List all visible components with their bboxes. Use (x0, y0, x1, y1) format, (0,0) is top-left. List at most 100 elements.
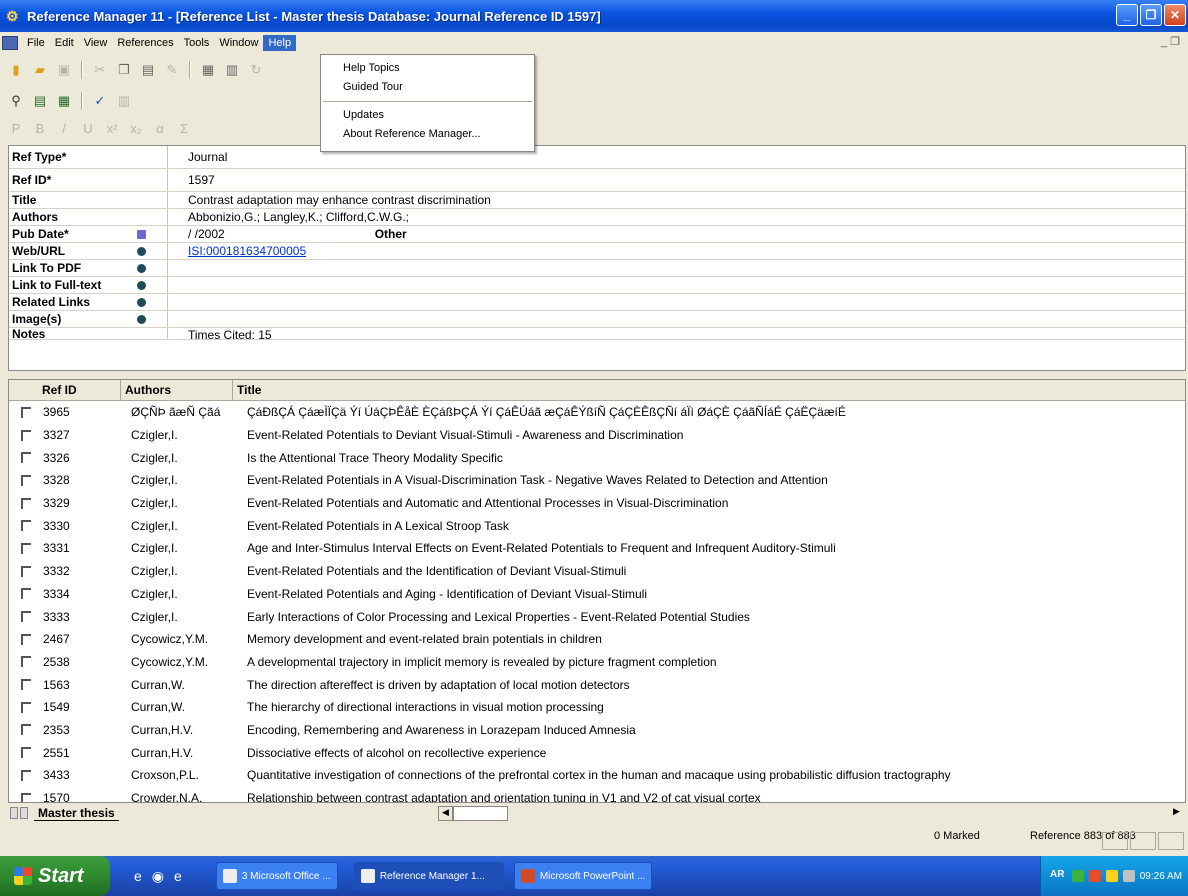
mark-checkbox[interactable] (21, 724, 31, 736)
list-item[interactable]: 2353 Curran,H.V. Encoding, Remembering and… (9, 719, 1185, 742)
menu-file[interactable]: File (22, 35, 50, 51)
task-microsoft-office[interactable]: 3 Microsoft Office ... (215, 862, 338, 890)
menu-help-topics[interactable]: Help Topics (321, 59, 534, 78)
list-item[interactable]: 3326 Czigler,I. Is the Attentional Trace T… (9, 446, 1185, 469)
close-icon[interactable]: ✕ (1164, 4, 1186, 26)
grid-view-icon[interactable]: ▦ (54, 91, 74, 111)
mdi-window-controls[interactable]: _ ❐ (1161, 35, 1180, 48)
column-header-title[interactable]: Title (233, 383, 261, 397)
title-bar[interactable]: ⚙ Reference Manager 11 - [Reference List… (0, 0, 1188, 32)
menu-edit[interactable]: Edit (50, 35, 79, 51)
menu-references[interactable]: References (112, 35, 178, 51)
field-authors[interactable]: Authors Abbonizio,G.; Langley,K.; Cliffo… (9, 209, 1185, 226)
url-link[interactable]: ISI:000181634700005 (188, 244, 306, 258)
field-pub-date[interactable]: Pub Date* / /2002 Other (9, 226, 1185, 243)
tab-master-thesis[interactable]: Master thesis (34, 806, 119, 821)
tray-app-icon[interactable] (1071, 870, 1084, 882)
cut-icon[interactable]: ✂ (90, 60, 110, 80)
mark-checkbox[interactable] (21, 747, 31, 759)
field-link-pdf[interactable]: Link To PDF (9, 260, 1185, 277)
field-ref-type[interactable]: Ref Type* Journal (9, 146, 1185, 169)
field-notes[interactable]: Notes Times Cited: 15 (9, 328, 1185, 340)
format-icon[interactable]: ✎ (162, 60, 182, 80)
menu-help[interactable]: Help (263, 35, 297, 51)
browser-icon[interactable]: e (174, 868, 182, 885)
firefox-icon[interactable]: ◉ (152, 868, 164, 885)
menu-updates[interactable]: Updates (321, 106, 534, 125)
field-value[interactable]: Times Cited: 15 (188, 328, 272, 339)
binoculars-icon[interactable]: ⚲ (6, 91, 26, 111)
mark-checkbox[interactable] (21, 565, 31, 577)
copy-icon[interactable]: ❐ (114, 60, 134, 80)
field-value[interactable]: 1597 (188, 173, 215, 187)
mark-checkbox[interactable] (21, 520, 31, 532)
mark-checkbox[interactable] (21, 542, 31, 554)
ie-icon[interactable]: e (134, 868, 142, 885)
mark-checkbox[interactable] (21, 588, 31, 600)
open-icon[interactable]: ▰ (30, 60, 50, 80)
list-item[interactable]: 3333 Czigler,I. Early Interactions of Colo… (9, 605, 1185, 628)
mark-checkbox[interactable] (21, 474, 31, 486)
list-view-icon[interactable]: ▤ (30, 91, 50, 111)
field-web-url[interactable]: Web/URL ISI:000181634700005 (9, 243, 1185, 260)
mark-checkbox[interactable] (21, 656, 31, 668)
clock[interactable]: 09:26 AM (1140, 871, 1182, 882)
field-link-fulltext[interactable]: Link to Full-text (9, 277, 1185, 294)
subscript-icon[interactable]: x₂ (126, 118, 146, 138)
save-icon[interactable]: ▣ (54, 60, 74, 80)
mark-checkbox[interactable] (21, 792, 31, 802)
restore-icon[interactable]: ❐ (1140, 4, 1162, 26)
task-powerpoint[interactable]: Microsoft PowerPoint ... (513, 862, 652, 890)
globe-icon[interactable] (137, 314, 146, 324)
tray-app-icon[interactable] (1122, 870, 1135, 882)
globe-icon[interactable] (137, 246, 146, 256)
list-item[interactable]: 3433 Croxson,P.L. Quantitative investigati… (9, 764, 1185, 787)
tray-app-icon[interactable] (1088, 870, 1101, 882)
menu-view[interactable]: View (79, 35, 113, 51)
globe-icon[interactable] (137, 297, 146, 307)
column-header-authors[interactable]: Authors (121, 380, 233, 400)
paste-icon[interactable]: ▤ (138, 60, 158, 80)
menu-tools[interactable]: Tools (179, 35, 215, 51)
field-related-links[interactable]: Related Links (9, 294, 1185, 311)
globe-icon[interactable] (137, 263, 146, 273)
plain-icon[interactable]: P (6, 118, 26, 138)
language-indicator[interactable]: AR (1050, 869, 1064, 880)
refresh-icon[interactable]: ↻ (246, 60, 266, 80)
list-item[interactable]: 3330 Czigler,I. Event-Related Potentials i… (9, 514, 1185, 537)
mark-checkbox[interactable] (21, 406, 31, 418)
scroll-left-icon[interactable]: ◀ (438, 806, 453, 821)
list-item[interactable]: 1570 Crowder,N.A. Relationship between con… (9, 787, 1185, 802)
task-reference-manager[interactable]: Reference Manager 1... (353, 862, 504, 890)
list-item[interactable]: 3965 ØÇÑÞ ãæÑ Çãá ÇáÐßÇÁ ÇáæÌÏÇä Ýí ÚáÇÞÊå… (9, 401, 1185, 424)
list-item[interactable]: 3332 Czigler,I. Event-Related Potentials a… (9, 560, 1185, 583)
term-icon[interactable]: ▥ (114, 91, 134, 111)
field-ref-id[interactable]: Ref ID* 1597 (9, 169, 1185, 192)
mark-checkbox[interactable] (21, 701, 31, 713)
list-item[interactable]: 3327 Czigler,I. Event-Related Potentials t… (9, 424, 1185, 447)
start-button[interactable]: Start (0, 856, 110, 896)
underline-icon[interactable]: U (78, 118, 98, 138)
list-item[interactable]: 3334 Czigler,I. Event-Related Potentials a… (9, 583, 1185, 606)
italic-icon[interactable]: / (54, 118, 74, 138)
field-images[interactable]: Image(s) (9, 311, 1185, 328)
mark-checkbox[interactable] (21, 497, 31, 509)
list-item[interactable]: 1549 Curran,W. The hierarchy of directiona… (9, 696, 1185, 719)
mark-checkbox[interactable] (21, 611, 31, 623)
document-icon[interactable] (2, 36, 18, 50)
minimize-icon[interactable]: _ (1116, 4, 1138, 26)
mark-checkbox[interactable] (21, 769, 31, 781)
list-item[interactable]: 1563 Curran,W. The direction aftereffect i… (9, 673, 1185, 696)
mark-checkbox[interactable] (21, 452, 31, 464)
bibliography-icon[interactable]: ▥ (222, 60, 242, 80)
tab-prev-icon[interactable] (10, 807, 18, 819)
new-icon[interactable]: ▮ (6, 60, 26, 80)
globe-icon[interactable] (137, 280, 146, 290)
list-item[interactable]: 2551 Curran,H.V. Dissociative effects of a… (9, 741, 1185, 764)
column-header-ref-id[interactable]: Ref ID (9, 380, 121, 400)
mark-checkbox[interactable] (21, 679, 31, 691)
menu-about[interactable]: About Reference Manager... (321, 125, 534, 144)
format-more-icon[interactable]: Σ (174, 118, 194, 138)
horizontal-scrollbar[interactable] (453, 806, 508, 821)
list-item[interactable]: 3331 Czigler,I. Age and Inter-Stimulus Int… (9, 537, 1185, 560)
